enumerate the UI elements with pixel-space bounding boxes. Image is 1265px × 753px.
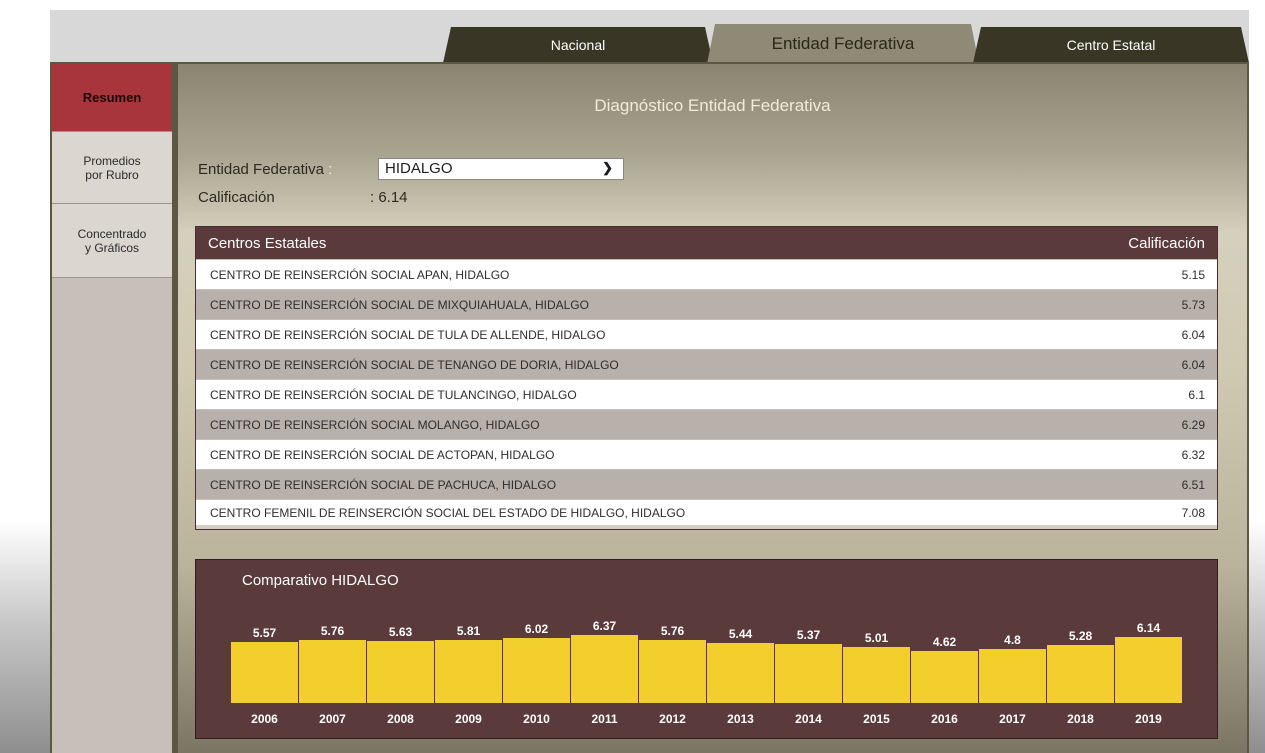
table-row: CENTRO FEMENIL DE REINSERCIÓN SOCIAL DEL… — [196, 499, 1217, 529]
table-row: CENTRO DE REINSERCIÓN SOCIAL DE TULANCIN… — [196, 379, 1217, 409]
bar-value-label: 4.62 — [932, 634, 957, 649]
chevron-down-icon: ❯ — [602, 160, 613, 175]
chart-bar — [367, 641, 434, 703]
centro-name: CENTRO DE REINSERCIÓN SOCIAL MOLANGO, HI… — [210, 417, 540, 432]
sidebar-item-label: Promedios por Rubro — [83, 153, 141, 182]
centro-score: 6.04 — [1181, 357, 1205, 372]
centro-score: 6.1 — [1188, 387, 1205, 402]
calificacion-value: : 6.14 — [370, 189, 408, 206]
bar-value-label: 5.37 — [796, 627, 821, 642]
header-calificacion: Calificación — [1128, 234, 1205, 252]
year-tick-label: 2013 — [727, 712, 754, 726]
year-tick-label: 2017 — [999, 712, 1026, 726]
table-row: CENTRO DE REINSERCIÓN SOCIAL DE MIXQUIAH… — [196, 289, 1217, 319]
chart-bar — [1115, 636, 1182, 703]
chart-bar — [843, 647, 910, 703]
comparativo-chart: Comparativo HIDALGO 5.57 2006 5.76 2007 5.63… — [195, 559, 1218, 739]
sidebar: Resumen Promedios por Rubro Concentrado … — [52, 64, 172, 753]
centro-name: CENTRO DE REINSERCIÓN SOCIAL DE PACHUCA,… — [210, 477, 557, 492]
chart-bar — [231, 641, 298, 703]
year-tick-label: 2006 — [251, 712, 278, 726]
chart-bar — [435, 639, 502, 703]
tab-nacional[interactable]: Nacional — [443, 27, 713, 63]
calificacion-label: Calificación — [198, 189, 275, 206]
year-tick-label: 2012 — [659, 712, 686, 726]
bar-value-label: 5.76 — [320, 624, 345, 639]
tab-entidad-federativa[interactable]: Entidad Federativa — [707, 24, 979, 64]
entidad-row: Entidad Federativa : — [198, 161, 332, 178]
centro-name: CENTRO FEMENIL DE REINSERCIÓN SOCIAL DEL… — [210, 505, 686, 520]
tab-entidad-federativa-label: Entidad Federativa — [771, 34, 915, 53]
bar-value-label: 5.44 — [728, 627, 753, 642]
bar-value-label: 6.37 — [592, 618, 617, 633]
bar-value-label: 5.57 — [252, 625, 277, 640]
year-tick-label: 2009 — [455, 712, 482, 726]
centro-score: 5.15 — [1181, 267, 1205, 282]
sidebar-item-resumen[interactable]: Resumen — [52, 64, 172, 132]
calificacion-row: Calificación — [198, 189, 275, 206]
bar-value-label: 6.14 — [1136, 620, 1161, 635]
centro-score: 6.32 — [1181, 447, 1205, 462]
chart-bar — [979, 649, 1046, 703]
table-header: Centros Estatales Calificación — [196, 227, 1217, 259]
chart-bar — [775, 643, 842, 703]
bar-value-label: 4.8 — [1004, 633, 1021, 648]
chart-bar — [639, 640, 706, 703]
table-row: CENTRO DE REINSERCIÓN SOCIAL DE TULA DE … — [196, 319, 1217, 349]
entidad-colon: : — [323, 161, 333, 178]
chart-bar — [1047, 644, 1114, 703]
chart-bar — [571, 634, 638, 703]
year-tick-label: 2010 — [523, 712, 550, 726]
centro-score: 6.29 — [1181, 417, 1205, 432]
centro-name: CENTRO DE REINSERCIÓN SOCIAL APAN, HIDAL… — [210, 267, 510, 282]
main-panel: Diagnóstico Entidad Federativa Entidad F… — [178, 64, 1247, 753]
centro-score: 7.08 — [1181, 505, 1205, 520]
chart-bar — [503, 637, 570, 703]
bar-value-label: 5.63 — [388, 625, 413, 640]
entidad-select-value: HIDALGO — [385, 160, 453, 177]
header-centros: Centros Estatales — [208, 234, 327, 252]
chart-bar — [299, 640, 366, 703]
table-row: CENTRO DE REINSERCIÓN SOCIAL APAN, HIDAL… — [196, 259, 1217, 289]
tab-centro-estatal-label: Centro Estatal — [1066, 37, 1156, 53]
chart-bar — [911, 650, 978, 703]
bar-value-label: 5.28 — [1068, 628, 1093, 643]
entidad-label: Entidad Federativa — [198, 161, 324, 178]
centro-name: CENTRO DE REINSERCIÓN SOCIAL DE ACTOPAN,… — [210, 447, 555, 462]
table-row: CENTRO DE REINSERCIÓN SOCIAL DE TENANGO … — [196, 349, 1217, 379]
bar-value-label: 5.81 — [456, 623, 481, 638]
sidebar-item-promedios[interactable]: Promedios por Rubro — [52, 132, 172, 204]
chart-title: Comparativo HIDALGO — [242, 572, 399, 589]
year-tick-label: 2018 — [1067, 712, 1094, 726]
table-row: CENTRO DE REINSERCIÓN SOCIAL DE ACTOPAN,… — [196, 439, 1217, 469]
tab-centro-estatal[interactable]: Centro Estatal — [973, 27, 1249, 63]
sidebar-item-concentrado[interactable]: Concentrado y Gráficos — [52, 204, 172, 278]
bar-value-label: 6.02 — [524, 621, 549, 636]
sidebar-item-label: Resumen — [82, 89, 142, 105]
bar-value-label: 5.76 — [660, 624, 685, 639]
centro-name: CENTRO DE REINSERCIÓN SOCIAL DE TULA DE … — [210, 327, 606, 342]
centro-name: CENTRO DE REINSERCIÓN SOCIAL DE MIXQUIAH… — [210, 297, 589, 312]
centro-score: 5.73 — [1181, 297, 1205, 312]
page-title: Diagnóstico Entidad Federativa — [594, 96, 831, 115]
year-tick-label: 2008 — [387, 712, 414, 726]
bar-value-label: 5.01 — [864, 631, 889, 646]
year-tick-label: 2007 — [319, 712, 346, 726]
chart-bar — [707, 643, 774, 703]
table-row: CENTRO DE REINSERCIÓN SOCIAL MOLANGO, HI… — [196, 409, 1217, 439]
centro-name: CENTRO DE REINSERCIÓN SOCIAL DE TULANCIN… — [210, 387, 577, 402]
centros-table: Centros Estatales Calificación CENTRO DE… — [195, 226, 1218, 530]
year-tick-label: 2015 — [863, 712, 890, 726]
sidebar-item-label: Concentrado y Gráficos — [77, 226, 147, 255]
year-tick-label: 2011 — [591, 712, 618, 726]
year-tick-label: 2016 — [931, 712, 958, 726]
tab-nacional-label: Nacional — [550, 37, 606, 53]
year-tick-label: 2014 — [795, 712, 822, 726]
centro-score: 6.51 — [1181, 477, 1205, 492]
table-row: CENTRO DE REINSERCIÓN SOCIAL DE PACHUCA,… — [196, 469, 1217, 499]
entidad-select[interactable]: HIDALGO ❯ — [378, 158, 624, 180]
centro-score: 6.04 — [1181, 327, 1205, 342]
centro-name: CENTRO DE REINSERCIÓN SOCIAL DE TENANGO … — [210, 357, 619, 372]
year-tick-label: 2019 — [1135, 712, 1162, 726]
